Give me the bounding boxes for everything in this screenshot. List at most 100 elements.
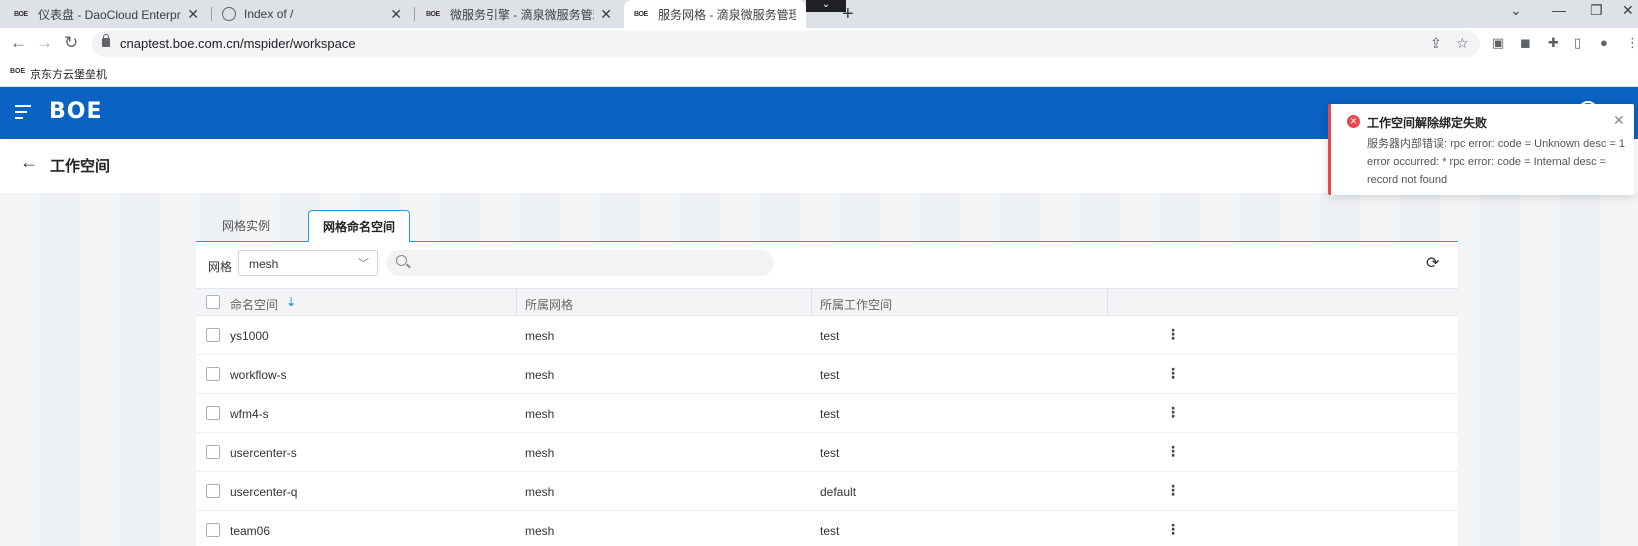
- column-divider: [1107, 289, 1108, 315]
- chevron-down-icon: ﹀: [358, 258, 369, 270]
- close-tab-icon[interactable]: ✕: [390, 6, 402, 23]
- namespace-cell: wfm4-s: [230, 407, 269, 421]
- table-row[interactable]: ys1000 mesh test ⋮: [196, 316, 1458, 355]
- mesh-cell: mesh: [525, 368, 555, 382]
- column-divider: [811, 289, 812, 315]
- column-header-namespace[interactable]: 命名空间: [230, 296, 278, 313]
- more-actions-icon[interactable]: ⋮: [1166, 404, 1180, 421]
- browser-tab-title: 微服务引擎 - 滴泉微服务管理平台: [450, 7, 594, 22]
- browser-tab-strip: BOE 仪表盘 - DaoCloud Enterprise ✕ Index of…: [0, 0, 1638, 28]
- back-arrow-icon[interactable]: ←: [10, 33, 27, 53]
- browser-menu-icon[interactable]: ⋮: [1626, 35, 1638, 51]
- browser-tab-engine[interactable]: BOE 微服务引擎 - 滴泉微服务管理平台 ✕: [416, 0, 622, 28]
- page-title: 工作空间: [50, 158, 111, 175]
- extension-icon[interactable]: ◼: [1520, 35, 1531, 51]
- mesh-cell: mesh: [525, 485, 555, 499]
- row-checkbox[interactable]: [206, 367, 220, 381]
- more-actions-icon[interactable]: ⋮: [1166, 326, 1180, 343]
- more-actions-icon[interactable]: ⋮: [1166, 365, 1180, 382]
- workspace-cell: test: [820, 524, 840, 538]
- search-icon: [396, 255, 407, 266]
- namespace-cell: workflow-s: [230, 368, 287, 382]
- bookmark-item[interactable]: 京东方云堡垒机: [30, 66, 107, 82]
- workspace-cell: test: [820, 446, 840, 460]
- namespace-cell: usercenter-s: [230, 446, 297, 460]
- browser-tab-dashboard[interactable]: BOE 仪表盘 - DaoCloud Enterprise ✕: [4, 0, 209, 28]
- more-actions-icon[interactable]: ⋮: [1166, 482, 1180, 499]
- more-actions-icon[interactable]: ⋮: [1166, 521, 1180, 538]
- toast-message: 服务器内部错误: rpc error: code = Unknown desc …: [1367, 138, 1625, 186]
- address-bar[interactable]: cnaptest.boe.com.cn/mspider/workspace ⇪ …: [92, 31, 1480, 57]
- puzzle-extensions-icon[interactable]: ✚: [1548, 35, 1559, 51]
- toast-title: 工作空间解除绑定失败: [1367, 116, 1488, 130]
- boe-favicon: BOE: [426, 10, 440, 18]
- namespace-cell: team06: [230, 524, 271, 538]
- table-row[interactable]: usercenter-q mesh default ⋮: [196, 472, 1458, 511]
- mesh-filter-label: 网格: [208, 260, 233, 274]
- boe-favicon: BOE: [10, 68, 26, 75]
- table-row[interactable]: team06 mesh test ⋮: [196, 511, 1458, 546]
- forward-arrow-icon[interactable]: →: [36, 33, 53, 53]
- table-row[interactable]: workflow-s mesh test ⋮: [196, 355, 1458, 394]
- browser-tab-title: Index of /: [244, 7, 294, 21]
- workspace-cell: test: [820, 368, 840, 382]
- browser-tab-title: 服务网格 - 滴泉微服务管理平台: [658, 7, 796, 22]
- tab-divider: [414, 7, 415, 21]
- hamburger-menu-icon[interactable]: [15, 105, 31, 119]
- row-checkbox[interactable]: [206, 484, 220, 498]
- workspace-cell: default: [820, 485, 857, 499]
- mesh-select[interactable]: mesh ﹀: [238, 250, 378, 276]
- browser-tab-service-mesh[interactable]: BOE 服务网格 - 滴泉微服务管理平台: [624, 0, 806, 28]
- search-input[interactable]: [386, 250, 774, 276]
- tab-mesh-namespaces[interactable]: 网格命名空间: [308, 210, 410, 243]
- row-checkbox[interactable]: [206, 406, 220, 420]
- namespace-cell: ys1000: [230, 329, 269, 343]
- restore-icon[interactable]: ❐: [1590, 2, 1603, 19]
- share-icon[interactable]: ⇪: [1430, 35, 1442, 52]
- browser-tab-index[interactable]: Index of / ✕: [212, 0, 412, 28]
- select-all-checkbox[interactable]: [206, 295, 220, 309]
- new-tab-plus-icon[interactable]: +: [842, 3, 854, 26]
- panel-tabs: 网格实例 网格命名空间: [196, 210, 1458, 243]
- close-tab-icon[interactable]: ✕: [600, 6, 612, 23]
- extension-icon[interactable]: ▣: [1492, 35, 1504, 51]
- browser-toolbar: ← → ↻ cnaptest.boe.com.cn/mspider/worksp…: [0, 28, 1638, 60]
- sort-icon[interactable]: ⇣: [286, 295, 296, 309]
- workspace-cell: test: [820, 329, 840, 343]
- row-checkbox[interactable]: [206, 445, 220, 459]
- url-text[interactable]: cnaptest.boe.com.cn/mspider/workspace: [120, 36, 356, 51]
- table-header: 命名空间 ⇣ 所属网格 所属工作空间: [196, 288, 1458, 316]
- more-actions-icon[interactable]: ⋮: [1166, 443, 1180, 460]
- boe-logo[interactable]: BOE: [49, 99, 103, 124]
- tab-search-dropdown[interactable]: ⌄: [806, 0, 846, 12]
- refresh-icon[interactable]: ⟳: [1426, 253, 1439, 273]
- boe-favicon: BOE: [14, 10, 28, 18]
- side-panel-icon[interactable]: ▯: [1574, 35, 1581, 51]
- tab-mesh-instances[interactable]: 网格实例: [196, 210, 296, 242]
- tab-list-chevron-icon[interactable]: ⌄: [1510, 2, 1522, 19]
- row-checkbox[interactable]: [206, 523, 220, 537]
- error-toast: ✕ 工作空间解除绑定失败 ✕ 服务器内部错误: rpc error: code …: [1328, 104, 1634, 195]
- reload-icon[interactable]: ↻: [64, 33, 78, 53]
- error-icon: ✕: [1347, 115, 1360, 128]
- mesh-cell: mesh: [525, 446, 555, 460]
- bookmark-star-icon[interactable]: ☆: [1456, 35, 1469, 52]
- table-row[interactable]: usercenter-s mesh test ⋮: [196, 433, 1458, 472]
- close-window-icon[interactable]: ✕: [1622, 2, 1634, 19]
- close-tab-icon[interactable]: ✕: [187, 6, 199, 23]
- minimize-icon[interactable]: —: [1552, 2, 1566, 18]
- browser-tab-title: 仪表盘 - DaoCloud Enterprise: [38, 7, 182, 22]
- table-row[interactable]: wfm4-s mesh test ⋮: [196, 394, 1458, 433]
- lock-icon: [102, 34, 110, 47]
- namespace-panel: 网格 mesh ﹀ ⟳ 命名空间 ⇣ 所属网格 所属工作空间 ys1000 me…: [196, 242, 1458, 546]
- namespace-cell: usercenter-q: [230, 485, 298, 499]
- mesh-cell: mesh: [525, 329, 555, 343]
- column-header-workspace: 所属工作空间: [820, 298, 893, 312]
- mesh-select-value: mesh: [249, 257, 279, 271]
- row-checkbox[interactable]: [206, 328, 220, 342]
- close-icon[interactable]: ✕: [1613, 112, 1625, 129]
- back-arrow-icon[interactable]: ←: [20, 152, 38, 173]
- profile-icon[interactable]: ●: [1600, 35, 1608, 50]
- boe-favicon: BOE: [634, 10, 648, 18]
- mesh-cell: mesh: [525, 407, 555, 421]
